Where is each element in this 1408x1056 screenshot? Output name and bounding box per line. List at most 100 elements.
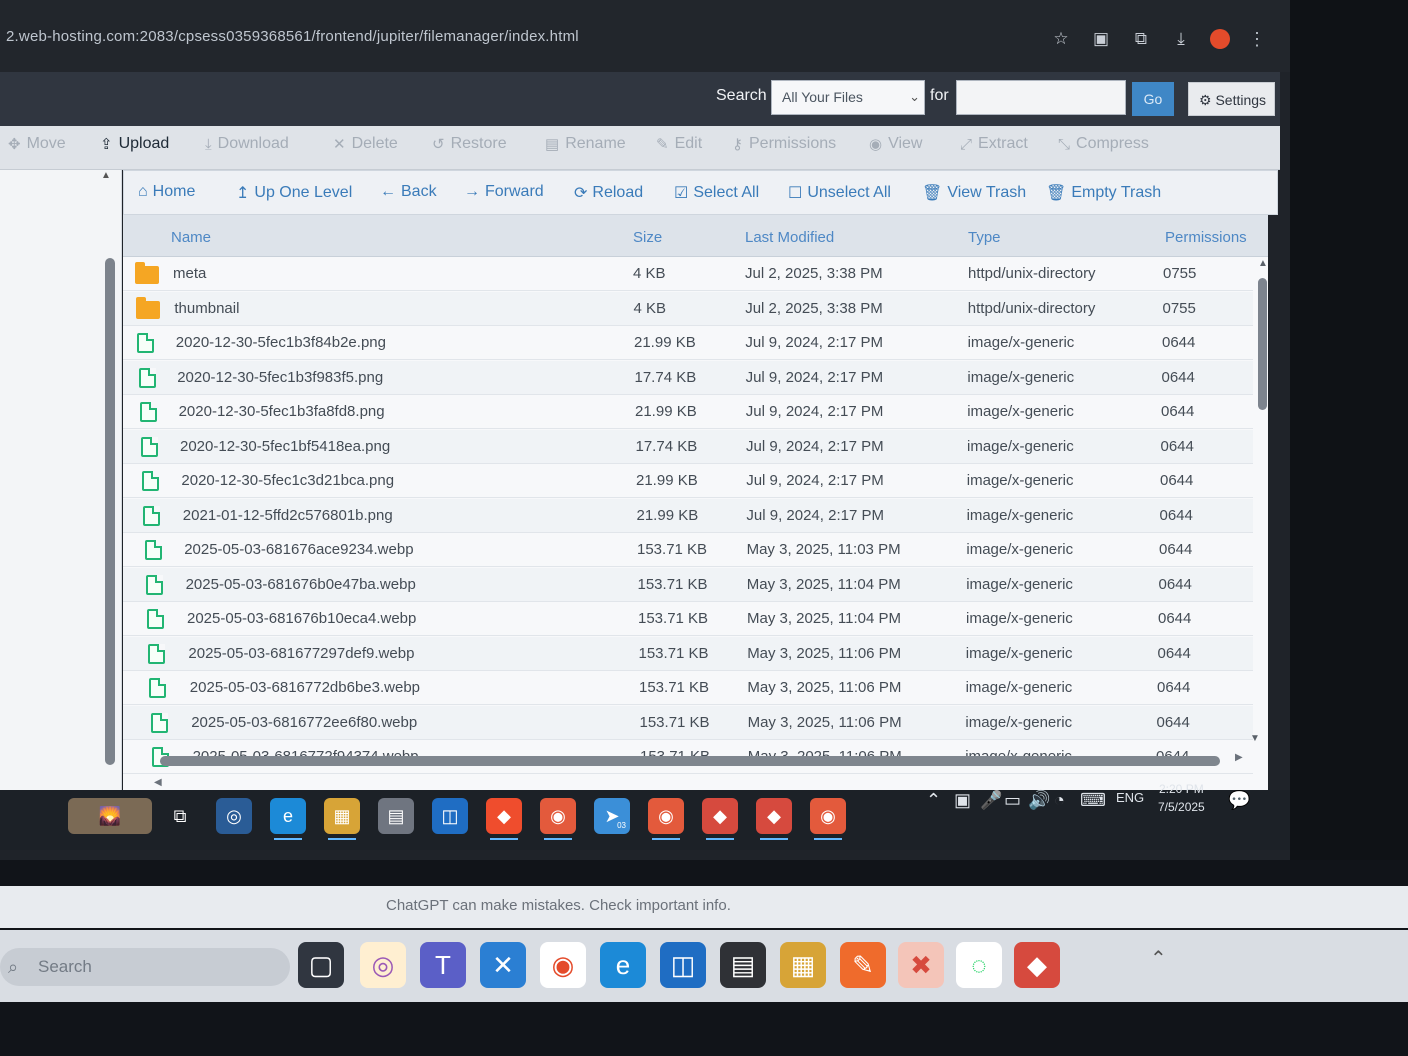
go-button[interactable]: Go: [1132, 82, 1174, 116]
file-name[interactable]: 2025-05-03-681676b0e47ba.webp: [186, 576, 416, 593]
view-trash-button[interactable]: 🗑 View Trash: [922, 183, 1026, 203]
table-row[interactable]: 2020-12-30-5fec1b3fa8fd8.png 21.99 KB Jul …: [123, 395, 1253, 429]
file-name[interactable]: 2025-05-03-681676b10eca4.webp: [187, 610, 416, 627]
telegram-icon[interactable]: ➤ 03: [594, 798, 630, 834]
table-row[interactable]: thumbnail 4 KB Jul 2, 2025, 3:38 PM httpd/u…: [123, 291, 1253, 326]
keyboard-icon[interactable]: ⌨: [1080, 790, 1106, 811]
device-icon[interactable]: ▣: [954, 790, 971, 811]
table-row[interactable]: 2020-12-30-5fec1b3f983f5.png 17.74 KB Jul …: [123, 360, 1253, 395]
whatsapp-icon[interactable]: ◌: [956, 942, 1002, 988]
extract-button[interactable]: ⤢ Extract: [960, 135, 1028, 153]
file-explorer-icon[interactable]: ▦: [324, 798, 360, 840]
delete-button[interactable]: ✕ Delete: [333, 135, 398, 153]
anydesk-bottom-icon[interactable]: ◆: [1014, 942, 1060, 988]
url-text[interactable]: 2.web-hosting.com:2083/cpsess0359368561/…: [6, 28, 579, 45]
move-button[interactable]: ✥ Move: [8, 135, 66, 153]
file-name[interactable]: 2021-01-12-5ffd2c576801b.png: [183, 507, 393, 524]
scroll-left-icon[interactable]: ◀: [154, 777, 162, 788]
brave-icon[interactable]: ◆: [486, 798, 522, 840]
reload-button[interactable]: ⟳ Reload: [574, 183, 643, 203]
language-indicator[interactable]: ENG: [1116, 790, 1144, 805]
edit-button[interactable]: ✎ Edit: [656, 135, 702, 153]
pen-icon[interactable]: ✎: [840, 942, 886, 988]
restore-button[interactable]: ↺ Restore: [432, 135, 507, 153]
left-scrollbar[interactable]: [105, 258, 115, 765]
file-name[interactable]: 2020-12-30-5fec1c3d21bca.png: [181, 472, 394, 489]
right-scroll-down-icon[interactable]: ▼: [1250, 733, 1260, 744]
profile-icon[interactable]: [1210, 29, 1230, 49]
select-all-button[interactable]: ☑ Select All: [674, 183, 759, 203]
outlook-icon[interactable]: ◫: [432, 798, 468, 834]
scroll-right-icon[interactable]: ▶: [1235, 752, 1243, 763]
permissions-button[interactable]: ⚷ Permissions: [732, 135, 836, 153]
star-icon[interactable]: ☆: [1050, 28, 1072, 50]
table-row[interactable]: 2020-12-30-5fec1bf5418ea.png 17.74 KB Jul …: [123, 429, 1253, 464]
chrome-third-icon[interactable]: ◉: [810, 798, 846, 840]
download-icon[interactable]: ⤓: [1170, 28, 1192, 50]
forward-button[interactable]: → Forward: [464, 183, 544, 201]
start-icon[interactable]: ▢: [298, 942, 344, 988]
edge-bottom-icon[interactable]: e: [600, 942, 646, 988]
search-scope-select[interactable]: All Your Files ⌄: [771, 80, 925, 115]
search-input[interactable]: [956, 80, 1126, 115]
horizontal-scrollbar[interactable]: [160, 756, 1220, 766]
type-header[interactable]: Type: [968, 229, 1001, 246]
table-row[interactable]: 2025-05-03-6816772db6be3.webp 153.71 KB Ma…: [123, 671, 1253, 705]
menu-icon[interactable]: ⋮: [1248, 29, 1266, 50]
folder-bottom-icon[interactable]: ▦: [780, 942, 826, 988]
file-name[interactable]: 2025-05-03-681676ace9234.webp: [184, 541, 413, 558]
left-scroll-up-icon[interactable]: ▲: [101, 170, 111, 181]
file-name[interactable]: 2020-12-30-5fec1b3f84b2e.png: [176, 334, 386, 351]
copilot-icon[interactable]: ◎: [360, 942, 406, 988]
xampp-icon[interactable]: ✖: [898, 942, 944, 988]
back-button[interactable]: ← Back: [380, 183, 437, 201]
speaker-icon[interactable]: 🔊: [1028, 790, 1050, 811]
wifi-icon[interactable]: ◔: [1054, 790, 1065, 811]
table-row[interactable]: 2025-05-03-681676b0e47ba.webp 153.71 KB Ma…: [123, 567, 1253, 602]
compress-button[interactable]: ⤡ Compress: [1058, 135, 1149, 153]
bottom-search-box[interactable]: ⌕ Search: [0, 948, 290, 986]
store-icon[interactable]: ▤: [378, 798, 414, 834]
anydesk-icon[interactable]: ◆: [702, 798, 738, 840]
battery-icon[interactable]: ▭: [1004, 790, 1021, 811]
notification-icon[interactable]: 💬: [1228, 790, 1250, 811]
screen-icon[interactable]: ▣: [1090, 28, 1112, 50]
outlook-bottom-icon[interactable]: ◫: [660, 942, 706, 988]
size-header[interactable]: Size: [633, 229, 662, 246]
table-row[interactable]: 2025-05-03-681676b10eca4.webp 153.71 KB Ma…: [123, 602, 1253, 636]
table-row[interactable]: 2021-01-12-5ffd2c576801b.png 21.99 KB Jul …: [123, 498, 1253, 533]
table-row[interactable]: 2025-05-03-681676ace9234.webp 153.71 KB Ma…: [123, 533, 1253, 567]
task-view-icon[interactable]: ⧉: [162, 798, 198, 834]
copilot-icon[interactable]: ◎: [216, 798, 252, 834]
anydesk-second-icon[interactable]: ◆: [756, 798, 792, 840]
file-name[interactable]: 2020-12-30-5fec1b3f983f5.png: [177, 369, 383, 386]
last-modified-header[interactable]: Last Modified: [745, 229, 834, 246]
table-row[interactable]: 2025-05-03-6816772ee6f80.webp 153.71 KB Ma…: [123, 705, 1253, 740]
clock[interactable]: 2:20 PM 7/5/2025: [1158, 780, 1205, 816]
table-row[interactable]: 2025-05-03-681677297def9.webp 153.71 KB Ma…: [123, 636, 1253, 671]
store-bottom-icon[interactable]: ▤: [720, 942, 766, 988]
chevron-up-icon[interactable]: ⌃: [926, 790, 941, 811]
chrome-bottom-icon[interactable]: ◉: [540, 942, 586, 988]
file-name[interactable]: thumbnail: [174, 300, 239, 317]
right-scrollbar[interactable]: [1258, 278, 1267, 410]
file-name[interactable]: 2025-05-03-681677297def9.webp: [188, 645, 414, 662]
empty-trash-button[interactable]: 🗑 Empty Trash: [1046, 183, 1161, 203]
unselect-all-button[interactable]: ☐ Unselect All: [788, 183, 891, 203]
table-row[interactable]: meta 4 KB Jul 2, 2025, 3:38 PM httpd/unix-d…: [123, 257, 1253, 291]
rename-button[interactable]: ▤ Rename: [545, 135, 626, 153]
up-one-level-button[interactable]: ↥ Up One Level: [236, 183, 352, 203]
home-button[interactable]: ⌂ Home: [138, 183, 195, 201]
bottom-tray-chevron-icon[interactable]: ⌃: [1150, 946, 1167, 971]
file-name[interactable]: 2020-12-30-5fec1bf5418ea.png: [180, 438, 390, 455]
upload-button[interactable]: ⇪ Upload: [100, 135, 169, 153]
edge-icon[interactable]: e: [270, 798, 306, 840]
widgets-icon[interactable]: 🌄: [68, 798, 152, 834]
right-scroll-up-icon[interactable]: ▲: [1258, 258, 1268, 269]
file-name[interactable]: 2020-12-30-5fec1b3fa8fd8.png: [179, 403, 385, 420]
teams-icon[interactable]: T: [420, 942, 466, 988]
file-name[interactable]: 2025-05-03-6816772db6be3.webp: [190, 679, 420, 696]
permissions-header[interactable]: Permissions: [1165, 229, 1247, 246]
table-row[interactable]: 2020-12-30-5fec1c3d21bca.png 21.99 KB Jul …: [123, 464, 1253, 498]
name-header[interactable]: Name: [171, 229, 211, 246]
